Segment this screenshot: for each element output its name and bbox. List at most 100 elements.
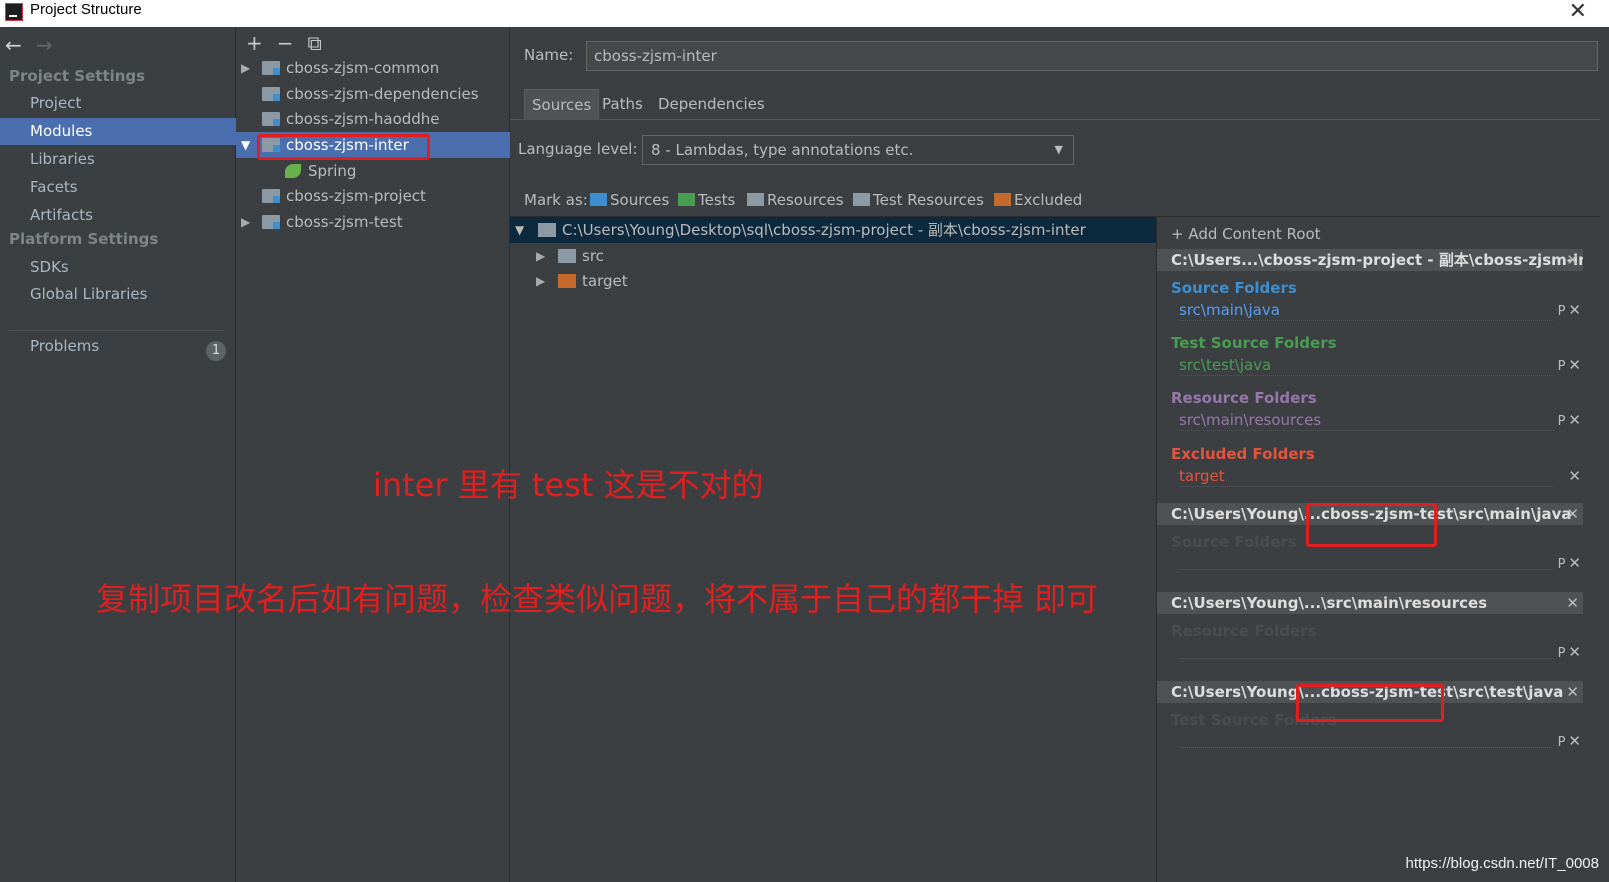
back-arrow-icon[interactable]: ← bbox=[5, 33, 22, 57]
entry-divider bbox=[1179, 430, 1554, 431]
entry-actions: P ✕ bbox=[1558, 301, 1581, 319]
expand-arrow-icon[interactable]: ▶ bbox=[241, 55, 250, 81]
sources-folder-icon bbox=[590, 193, 607, 206]
name-label: Name: bbox=[524, 46, 574, 64]
content-root-header[interactable]: C:\Users\Young\...\src\main\resources ✕ bbox=[1157, 592, 1583, 614]
module-row-common[interactable]: ▶ cboss-zjsm-common bbox=[236, 55, 510, 81]
mark-tests-button[interactable]: Tests bbox=[678, 191, 735, 209]
collapse-arrow-icon[interactable]: ▼ bbox=[241, 132, 250, 158]
facet-label: Spring bbox=[308, 162, 357, 180]
excluded-folder-entry[interactable]: target bbox=[1179, 467, 1225, 485]
copy-module-icon[interactable]: ⧉ bbox=[308, 31, 322, 55]
package-prefix-icon[interactable]: P bbox=[1558, 304, 1566, 319]
nav-item-sdks[interactable]: SDKs bbox=[0, 254, 236, 281]
mark-test-resources-button[interactable]: Test Resources bbox=[853, 191, 984, 209]
remove-module-icon[interactable]: − bbox=[277, 31, 294, 55]
package-prefix-icon[interactable]: P bbox=[1558, 735, 1566, 750]
remove-folder-icon[interactable]: ✕ bbox=[1568, 301, 1581, 319]
title-bar: Project Structure ✕ bbox=[0, 0, 1609, 27]
history-arrows: ← → bbox=[5, 33, 67, 57]
add-module-icon[interactable]: + bbox=[246, 31, 263, 55]
annotation-note-1: inter 里有 test 这是不对的 bbox=[373, 466, 764, 504]
source-folder-entry[interactable]: src\main\java bbox=[1179, 301, 1280, 319]
remove-root-icon[interactable]: ✕ bbox=[1566, 503, 1579, 525]
nav-item-global-libraries[interactable]: Global Libraries bbox=[0, 281, 236, 308]
module-label: cboss-zjsm-dependencies bbox=[286, 85, 479, 103]
module-label: cboss-zjsm-project bbox=[286, 187, 426, 205]
nav-item-problems[interactable]: Problems bbox=[0, 333, 236, 360]
folder-icon bbox=[538, 223, 556, 237]
module-row-project[interactable]: cboss-zjsm-project bbox=[236, 183, 510, 209]
expand-arrow-icon[interactable]: ▶ bbox=[241, 209, 250, 235]
tree-row-target[interactable]: ▶ target bbox=[510, 268, 1156, 294]
package-prefix-icon[interactable]: P bbox=[1558, 557, 1566, 572]
content-root-row[interactable]: ▼ C:\Users\Young\Desktop\sql\cboss-zjsm-… bbox=[510, 217, 1156, 243]
remove-folder-icon[interactable]: ✕ bbox=[1568, 643, 1581, 661]
module-row-haoddhe[interactable]: cboss-zjsm-haoddhe bbox=[236, 106, 510, 132]
mark-excluded-button[interactable]: Excluded bbox=[994, 191, 1082, 209]
package-prefix-icon[interactable]: P bbox=[1558, 359, 1566, 374]
mark-tests-label: Tests bbox=[698, 191, 736, 209]
remove-folder-icon[interactable]: ✕ bbox=[1568, 554, 1581, 572]
collapse-arrow-icon[interactable]: ▼ bbox=[515, 217, 524, 243]
package-prefix-icon[interactable]: P bbox=[1558, 646, 1566, 661]
nav-item-artifacts[interactable]: Artifacts bbox=[0, 202, 236, 229]
tree-row-src[interactable]: ▶ src bbox=[510, 243, 1156, 269]
content-root-header-path: C:\Users...\cboss-zjsm-project - 副本\cbos… bbox=[1171, 251, 1583, 269]
remove-folder-icon[interactable]: ✕ bbox=[1568, 732, 1581, 750]
remove-root-icon[interactable]: ✕ bbox=[1566, 592, 1579, 614]
package-prefix-icon[interactable]: P bbox=[1558, 414, 1566, 429]
nav-item-modules[interactable]: Modules bbox=[0, 118, 236, 145]
mark-test-resources-label: Test Resources bbox=[873, 191, 984, 209]
mark-excluded-label: Excluded bbox=[1014, 191, 1083, 209]
entry-divider bbox=[1179, 658, 1554, 659]
module-label: cboss-zjsm-haoddhe bbox=[286, 110, 440, 128]
resource-folder-entry[interactable]: src\main\resources bbox=[1179, 411, 1321, 429]
tabs-divider bbox=[510, 119, 1609, 120]
facet-row-spring[interactable]: Spring bbox=[236, 158, 510, 184]
content-root-header[interactable]: C:\Users...\cboss-zjsm-project - 副本\cbos… bbox=[1157, 249, 1583, 271]
remove-folder-icon[interactable]: ✕ bbox=[1568, 411, 1581, 429]
nav-item-project[interactable]: Project bbox=[0, 90, 236, 117]
excluded-folder-icon bbox=[994, 193, 1011, 206]
content-roots-panel: + Add Content Root C:\Users...\cboss-zjs… bbox=[1156, 216, 1609, 882]
language-level-label: Language level: bbox=[518, 140, 638, 158]
resource-folders-title: Resource Folders bbox=[1171, 389, 1317, 407]
tree-label: src bbox=[582, 247, 604, 265]
expand-arrow-icon[interactable]: ▶ bbox=[536, 243, 545, 269]
resource-folders-title: Resource Folders bbox=[1171, 622, 1317, 640]
add-content-root-button[interactable]: + Add Content Root bbox=[1171, 225, 1321, 243]
remove-root-icon[interactable]: ✕ bbox=[1566, 681, 1579, 703]
mark-resources-label: Resources bbox=[767, 191, 844, 209]
tab-dependencies[interactable]: Dependencies bbox=[651, 89, 772, 120]
language-level-select[interactable]: 8 - Lambdas, type annotations etc. ▼ bbox=[642, 135, 1074, 165]
folder-icon bbox=[558, 249, 576, 263]
module-folder-icon bbox=[262, 87, 280, 101]
platform-settings-heading: Platform Settings bbox=[9, 230, 159, 248]
source-folders-title: Source Folders bbox=[1171, 533, 1297, 551]
module-label: cboss-zjsm-test bbox=[286, 213, 403, 231]
window-title: Project Structure bbox=[30, 1, 142, 18]
nav-item-libraries[interactable]: Libraries bbox=[0, 146, 236, 173]
nav-item-facets[interactable]: Facets bbox=[0, 174, 236, 201]
spring-leaf-icon bbox=[285, 164, 301, 178]
module-row-test[interactable]: ▶ cboss-zjsm-test bbox=[236, 209, 510, 235]
tab-sources[interactable]: Sources bbox=[524, 89, 600, 120]
expand-arrow-icon[interactable]: ▶ bbox=[536, 268, 545, 294]
tree-label: target bbox=[582, 272, 628, 290]
entry-divider bbox=[1179, 486, 1554, 487]
test-source-folder-entry[interactable]: src\test\java bbox=[1179, 356, 1271, 374]
entry-actions: ✕ bbox=[1565, 467, 1581, 485]
module-row-dependencies[interactable]: cboss-zjsm-dependencies bbox=[236, 81, 510, 107]
forward-arrow-icon[interactable]: → bbox=[36, 33, 53, 57]
tab-paths[interactable]: Paths bbox=[595, 89, 650, 120]
remove-folder-icon[interactable]: ✕ bbox=[1568, 356, 1581, 374]
module-detail-panel: Name: cboss-zjsm-inter Sources Paths Dep… bbox=[510, 27, 1609, 882]
remove-folder-icon[interactable]: ✕ bbox=[1568, 467, 1581, 485]
mark-resources-button[interactable]: Resources bbox=[747, 191, 844, 209]
remove-root-icon[interactable]: ✕ bbox=[1566, 249, 1579, 271]
module-name-input[interactable]: cboss-zjsm-inter bbox=[586, 41, 1598, 71]
close-icon[interactable]: ✕ bbox=[1569, 0, 1587, 24]
chevron-down-icon: ▼ bbox=[1054, 143, 1063, 156]
mark-sources-button[interactable]: Sources bbox=[590, 191, 669, 209]
